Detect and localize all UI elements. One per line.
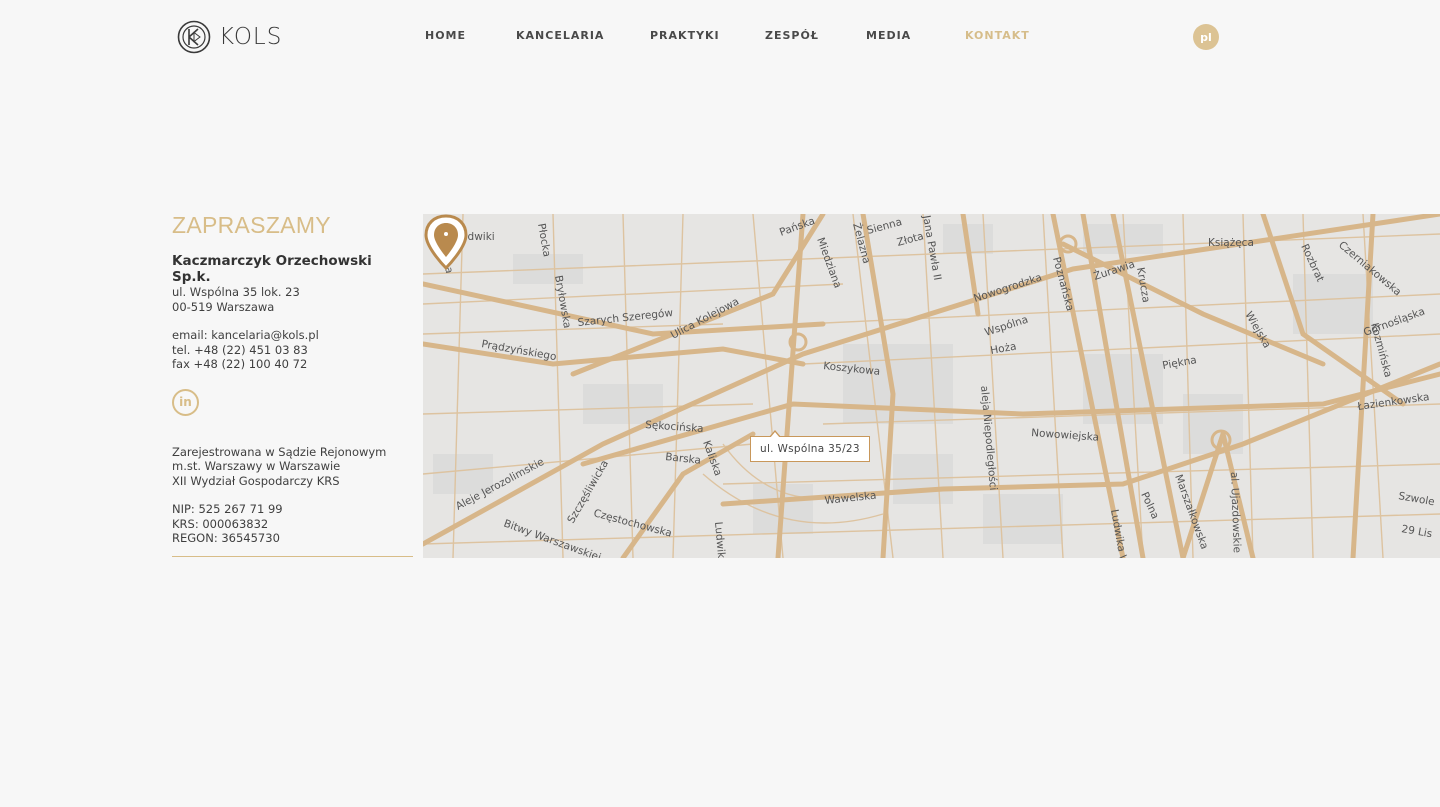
street-label: al. Ujazdowskie	[1228, 472, 1243, 554]
street-label: Ludwika	[712, 521, 728, 558]
street-label: Piękna	[1161, 354, 1197, 372]
nav-kancelaria[interactable]: KANCELARIA	[516, 29, 604, 42]
email-link[interactable]: email: kancelaria@kols.pl	[172, 328, 413, 343]
map-marker-icon[interactable]	[423, 214, 469, 270]
street-label: 29 Lis	[1400, 523, 1433, 540]
street-label: Bitwy Warszawskiej	[502, 518, 603, 558]
map-roads: Bema Łudwiki Płocka Pańska Miedziana Żel…	[423, 214, 1440, 558]
krs: KRS: 000063832	[172, 516, 269, 531]
nav-zespol[interactable]: ZESPÓŁ	[765, 29, 819, 42]
address-line-1: ul. Wspólna 35 lok. 23	[172, 285, 300, 299]
divider	[172, 556, 413, 557]
registration-line-3: XII Wydział Gospodarczy KRS	[172, 473, 340, 488]
address-line-2: 00-519 Warszawa	[172, 299, 275, 314]
street-label: Barska	[665, 451, 702, 467]
street-label: Płocka	[535, 222, 553, 257]
contact-heading: ZAPRASZAMY	[172, 212, 331, 238]
street-label: Nowogrodzka	[972, 272, 1043, 305]
street-label: Kaliska	[700, 439, 724, 478]
street-label: Szwole	[1397, 490, 1435, 508]
street-label: Krucza	[1134, 266, 1152, 303]
street-label: Nowowiejska	[1031, 427, 1100, 444]
street-label: Poznańska	[1050, 256, 1076, 313]
map[interactable]: Bema Łudwiki Płocka Pańska Miedziana Żel…	[423, 214, 1440, 558]
linkedin-icon[interactable]: in	[172, 388, 199, 416]
street-label: Wspólna	[983, 314, 1029, 339]
street-label: Sękocińska	[645, 419, 704, 435]
street-label: Jana Pawła II	[920, 214, 943, 281]
main-nav: HOME KANCELARIA PRAKTYKI ZESPÓŁ MEDIA KO…	[0, 29, 1440, 45]
contact-info: ZAPRASZAMY Kaczmarczyk Orzechowski Sp.k.…	[172, 212, 413, 546]
nav-media[interactable]: MEDIA	[866, 29, 911, 42]
nav-kontakt[interactable]: KONTAKT	[965, 29, 1030, 42]
marker-label: ul. Wspólna 35/23	[750, 430, 870, 462]
fax-number: fax +48 (22) 100 40 72	[172, 357, 308, 371]
registration-line-2: m.st. Warszawy w Warszawie	[172, 459, 341, 473]
street-label: Polna	[1138, 490, 1161, 521]
street-label: Książęca	[1208, 237, 1254, 249]
language-switcher[interactable]: pl	[1193, 24, 1219, 50]
street-label: Wawelska	[824, 490, 877, 507]
phone-number: tel. +48 (22) 451 03 83	[172, 342, 308, 357]
nip: NIP: 525 267 71 99	[172, 502, 283, 516]
street-label: Miedziana	[814, 236, 843, 290]
street-label: Złota	[896, 230, 925, 249]
company-name: Kaczmarczyk Orzechowski Sp.k.	[172, 253, 372, 285]
registration-line-1: Zarejestrowana w Sądzie Rejonowym	[172, 444, 387, 459]
nav-home[interactable]: HOME	[425, 29, 466, 42]
nav-praktyki[interactable]: PRAKTYKI	[650, 29, 720, 42]
regon: REGON: 36545730	[172, 531, 280, 545]
street-label: Sienna	[866, 216, 904, 237]
